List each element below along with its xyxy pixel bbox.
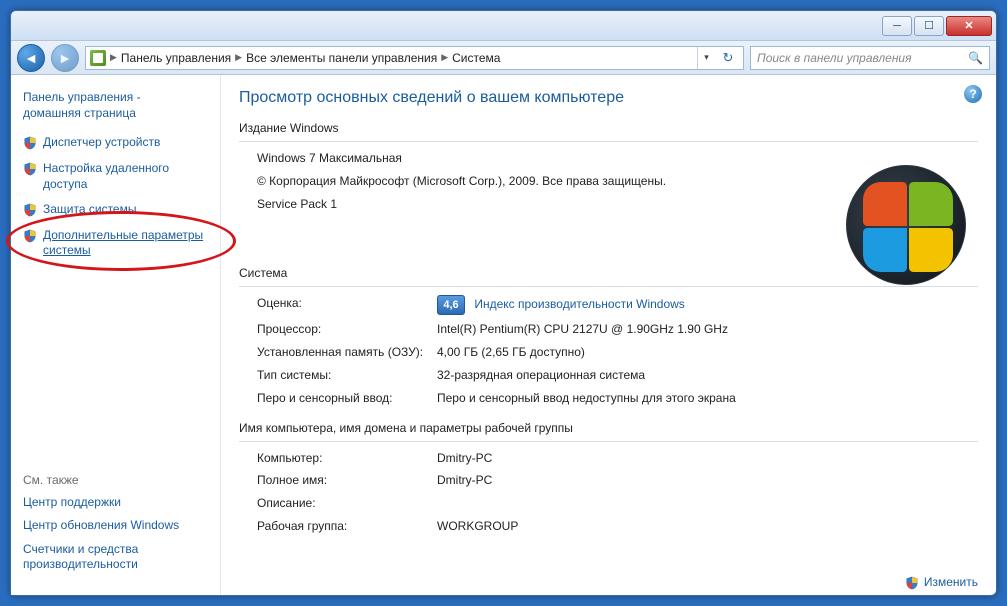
- type-value: 32-разрядная операционная система: [437, 367, 978, 384]
- search-input[interactable]: Поиск в панели управления 🔍: [750, 46, 990, 70]
- rating-badge: 4,6: [437, 295, 465, 315]
- content-pane: ? Просмотр основных сведений о вашем ком…: [221, 75, 996, 595]
- see-also-title: См. также: [23, 473, 208, 487]
- search-icon: 🔍: [968, 51, 983, 65]
- shield-icon: [23, 229, 37, 243]
- domain-section-title: Имя компьютера, имя домена и параметры р…: [239, 421, 978, 435]
- sidebar-item-device-manager[interactable]: Диспетчер устройств: [23, 135, 208, 151]
- control-panel-icon: [90, 50, 106, 66]
- minimize-button[interactable]: ─: [882, 16, 912, 36]
- navbar: ◄ ► ▶ Панель управления ▶ Все элементы п…: [11, 41, 996, 75]
- breadcrumb-seg-3[interactable]: Система: [452, 51, 500, 65]
- ram-label: Установленная память (ОЗУ):: [257, 344, 437, 361]
- see-also-windows-update[interactable]: Центр обновления Windows: [23, 518, 208, 534]
- divider: [239, 441, 978, 442]
- see-also-section: См. также Центр поддержки Центр обновлен…: [23, 463, 208, 581]
- service-pack: Service Pack 1: [257, 196, 337, 213]
- see-also-action-center[interactable]: Центр поддержки: [23, 495, 208, 511]
- breadcrumb-seg-2[interactable]: Все элементы панели управления: [246, 51, 437, 65]
- shield-icon: [23, 162, 37, 176]
- titlebar: ─ ☐ ✕: [11, 11, 996, 41]
- shield-icon: [23, 136, 37, 150]
- page-title: Просмотр основных сведений о вашем компь…: [239, 89, 978, 107]
- sidebar-home-link[interactable]: Панель управления - домашняя страница: [23, 89, 208, 121]
- pen-label: Перо и сенсорный ввод:: [257, 390, 437, 407]
- breadcrumb-dropdown[interactable]: ▾: [697, 47, 715, 69]
- workgroup-label: Рабочая группа:: [257, 518, 437, 535]
- description-label: Описание:: [257, 495, 437, 512]
- rating-label: Оценка:: [257, 295, 437, 315]
- sidebar-item-advanced[interactable]: Дополнительные параметры системы: [23, 228, 208, 259]
- fullname-value: Dmitry-PC: [437, 472, 978, 489]
- fullname-label: Полное имя:: [257, 472, 437, 489]
- description-value: [437, 495, 978, 512]
- copyright: © Корпорация Майкрософт (Microsoft Corp.…: [257, 173, 666, 190]
- refresh-button[interactable]: ↻: [717, 50, 739, 66]
- computer-value: Dmitry-PC: [437, 450, 978, 467]
- edition-name: Windows 7 Максимальная: [257, 150, 402, 167]
- cpu-label: Процессор:: [257, 321, 437, 338]
- chevron-right-icon: ▶: [235, 52, 242, 63]
- shield-icon: [905, 576, 919, 590]
- close-button[interactable]: ✕: [946, 16, 992, 36]
- performance-index-link[interactable]: Индекс производительности Windows: [474, 298, 684, 312]
- chevron-right-icon: ▶: [110, 52, 117, 63]
- sidebar: Панель управления - домашняя страница Ди…: [11, 75, 221, 595]
- edition-section-title: Издание Windows: [239, 121, 978, 135]
- windows-logo: [836, 155, 976, 295]
- search-placeholder: Поиск в панели управления: [757, 51, 912, 65]
- sidebar-item-protection[interactable]: Защита системы: [23, 202, 208, 218]
- see-also-perf-tools[interactable]: Счетчики и средства производительности: [23, 542, 208, 573]
- workgroup-value: WORKGROUP: [437, 518, 978, 535]
- maximize-button[interactable]: ☐: [914, 16, 944, 36]
- breadcrumb-seg-1[interactable]: Панель управления: [121, 51, 231, 65]
- change-settings-link[interactable]: Изменить параметры: [905, 575, 978, 595]
- computer-label: Компьютер:: [257, 450, 437, 467]
- divider: [239, 141, 978, 142]
- cpu-value: Intel(R) Pentium(R) CPU 2127U @ 1.90GHz …: [437, 321, 978, 338]
- help-icon[interactable]: ?: [964, 85, 982, 103]
- system-properties-window: ─ ☐ ✕ ◄ ► ▶ Панель управления ▶ Все элем…: [10, 10, 997, 596]
- pen-value: Перо и сенсорный ввод недоступны для это…: [437, 390, 978, 407]
- type-label: Тип системы:: [257, 367, 437, 384]
- back-button[interactable]: ◄: [17, 44, 45, 72]
- forward-button[interactable]: ►: [51, 44, 79, 72]
- chevron-right-icon: ▶: [441, 52, 448, 63]
- shield-icon: [23, 203, 37, 217]
- address-bar[interactable]: ▶ Панель управления ▶ Все элементы панел…: [85, 46, 744, 70]
- ram-value: 4,00 ГБ (2,65 ГБ доступно): [437, 344, 978, 361]
- sidebar-item-remote[interactable]: Настройка удаленного доступа: [23, 161, 208, 192]
